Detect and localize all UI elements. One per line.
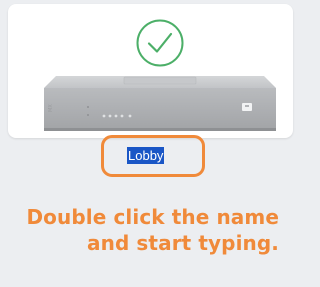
network-appliance-image: MX xyxy=(44,76,276,131)
device-name-field[interactable]: Lobby xyxy=(127,147,165,164)
instruction-text: Double click the name and start typing. xyxy=(26,204,279,256)
instruction-line-2: and start typing. xyxy=(87,231,279,255)
check-circle-icon xyxy=(136,19,184,67)
instruction-line-1: Double click the name xyxy=(26,205,279,229)
svg-text:MX: MX xyxy=(48,104,54,112)
device-card: MX xyxy=(8,4,293,138)
